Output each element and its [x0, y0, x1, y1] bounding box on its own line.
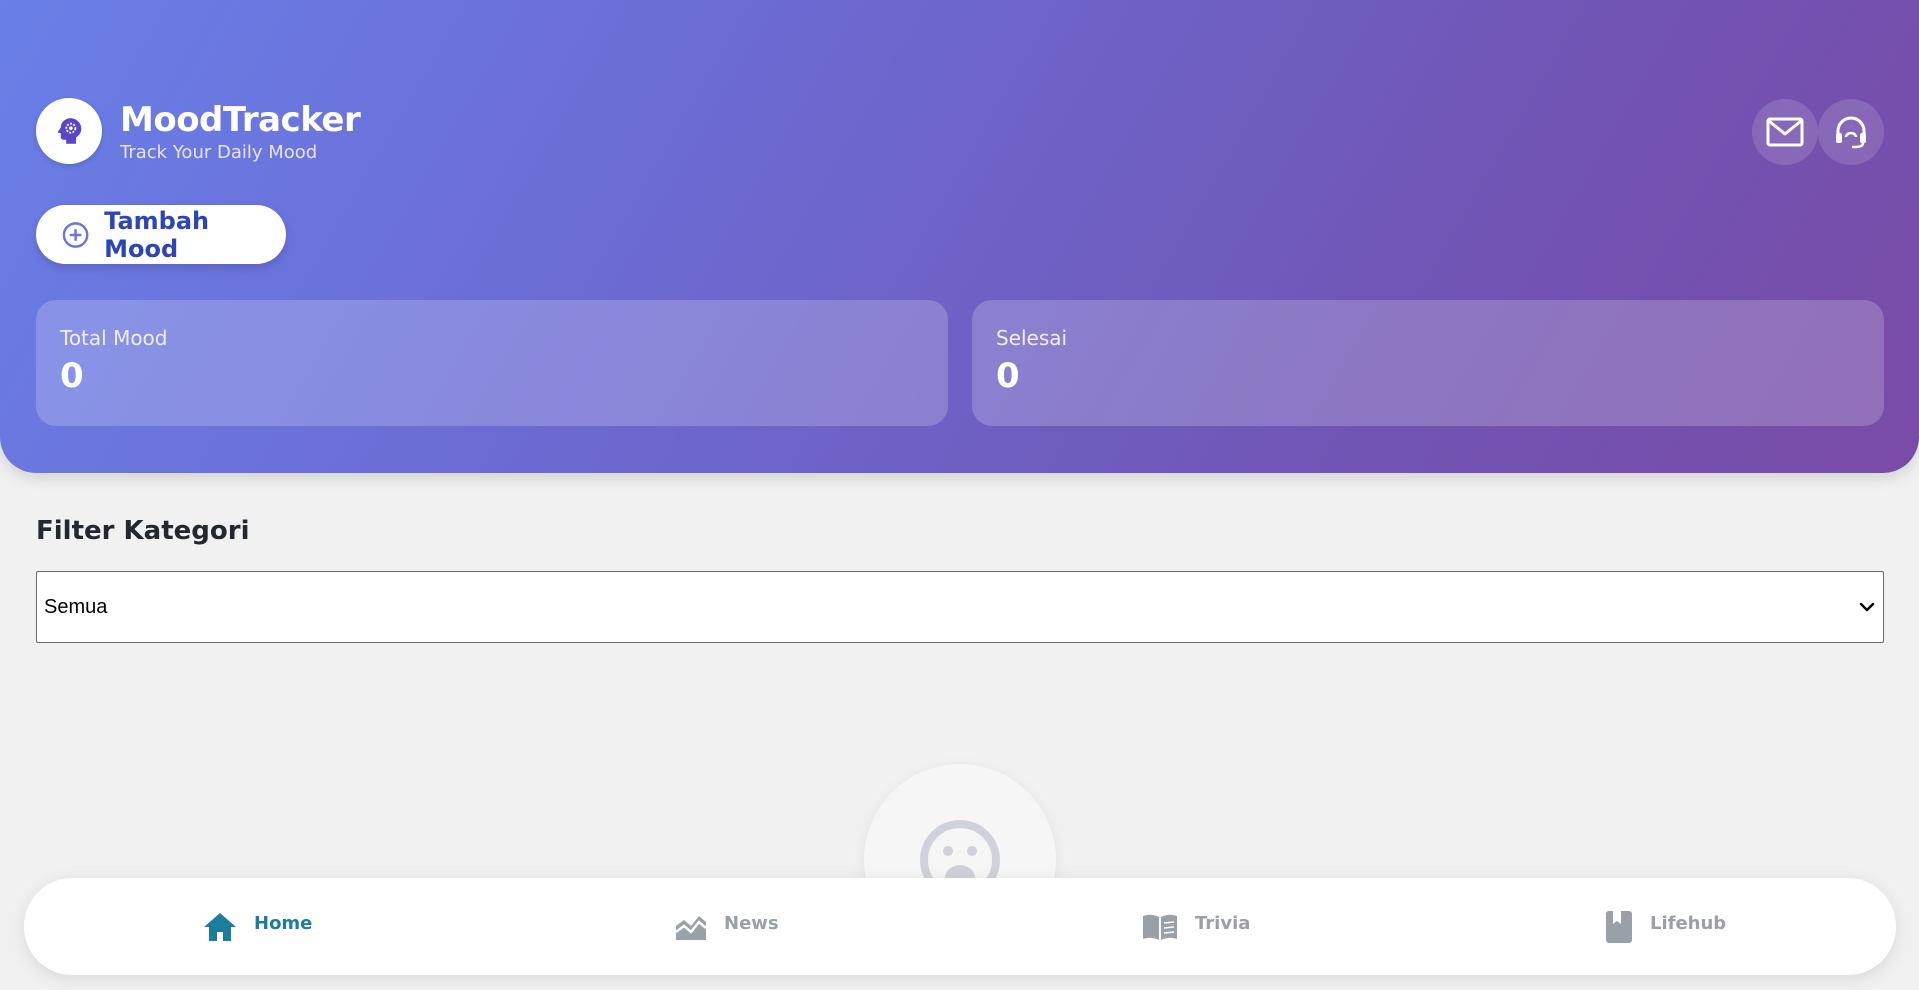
- nav-item-home[interactable]: Home: [202, 878, 312, 975]
- stat-total-value: 0: [60, 356, 84, 396]
- nav-item-trivia[interactable]: Trivia: [1141, 878, 1250, 975]
- nav-item-lifehub[interactable]: Lifehub: [1604, 878, 1726, 975]
- nav-item-news[interactable]: News: [674, 878, 779, 975]
- support-button[interactable]: [1818, 99, 1884, 165]
- stat-done-label: Selesai: [996, 326, 1068, 350]
- mail-button[interactable]: [1752, 99, 1818, 165]
- add-mood-label: Tambah Mood: [104, 206, 210, 263]
- nav-label-news: News: [724, 913, 779, 934]
- book-open-icon: [1143, 914, 1177, 940]
- category-select[interactable]: Semua: [36, 571, 1884, 643]
- stat-total-label: Total Mood: [60, 326, 168, 350]
- stat-done-value: 0: [996, 356, 1020, 396]
- nav-label-home: Home: [254, 913, 313, 934]
- bottom-nav: Home News Trivia Lifehub: [24, 878, 1896, 975]
- brain-gear-icon: [36, 98, 102, 164]
- app-subtitle: Track Your Daily Mood: [120, 141, 318, 163]
- plus-circle-icon: [62, 221, 89, 248]
- filter-title: Filter Kategori: [36, 516, 250, 546]
- brand: MoodTracker Track Your Daily Mood: [36, 98, 361, 164]
- home-icon: [204, 912, 236, 941]
- headset-icon: [1836, 116, 1866, 149]
- stat-card-total: Total Mood 0: [36, 300, 948, 426]
- add-mood-button[interactable]: Tambah Mood: [36, 205, 286, 264]
- nav-label-trivia: Trivia: [1195, 913, 1251, 934]
- chevron-down-icon: [1859, 602, 1875, 612]
- stat-card-done: Selesai 0: [972, 300, 1884, 426]
- app-title: MoodTracker: [120, 99, 361, 140]
- mail-icon: [1766, 117, 1804, 147]
- header-banner: MoodTracker Track Your Daily Mood Tambah…: [0, 0, 1919, 473]
- nav-label-lifehub: Lifehub: [1650, 913, 1727, 934]
- book-bookmark-icon: [1606, 910, 1632, 943]
- category-select-value: Semua: [44, 595, 108, 618]
- chart-area-icon: [675, 915, 707, 940]
